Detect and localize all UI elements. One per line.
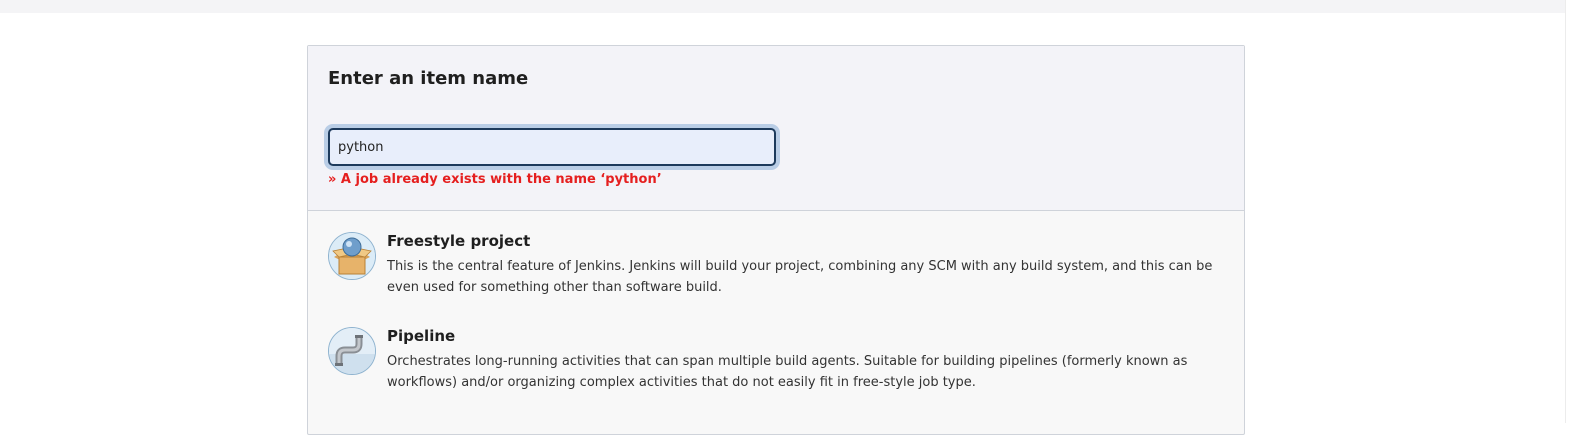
new-item-panel: Enter an item name » A job already exist… [307,45,1245,435]
page-scrollbar[interactable] [1565,0,1580,423]
item-name-error-message: » A job already exists with the name ‘py… [328,172,662,187]
section-title: Enter an item name [328,68,529,89]
pipeline-icon [328,327,376,375]
item-name-input[interactable] [328,128,776,166]
item-name-section: Enter an item name » A job already exist… [308,46,1244,211]
freestyle-project-icon [328,232,376,280]
item-type-description: This is the central feature of Jenkins. … [387,259,1213,295]
item-type-title: Freestyle project [387,232,531,250]
item-type-description: Orchestrates long-running activities tha… [387,354,1188,390]
item-type-title: Pipeline [387,327,456,345]
top-header-strip [0,0,1565,13]
